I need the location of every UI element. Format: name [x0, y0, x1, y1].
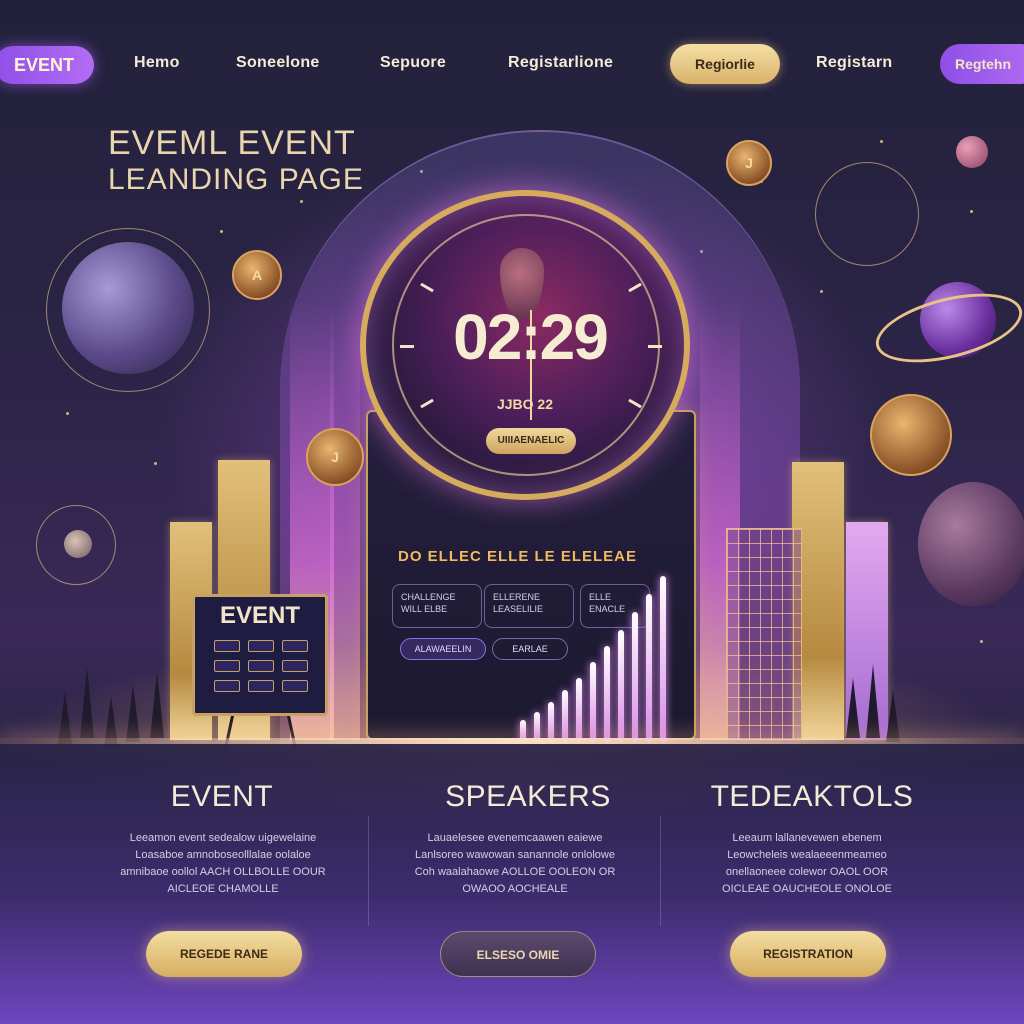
logo-button[interactable]: EVENT: [0, 46, 94, 84]
small-planet: [956, 136, 988, 168]
panel-box-line: LEASELILIE: [493, 604, 544, 614]
tree: [846, 678, 860, 738]
glow-bar: [632, 612, 638, 742]
column-button-event[interactable]: REGEDE RANE: [146, 931, 302, 977]
column-title-tickets: TEDEAKTOLS: [710, 780, 914, 813]
tree: [866, 664, 880, 738]
sign-cell: [282, 680, 308, 692]
nav-link-home[interactable]: Hemo: [134, 54, 180, 72]
tree: [80, 668, 94, 738]
sign-title: EVENT: [219, 602, 300, 629]
light-beam: [330, 300, 360, 740]
panel-box-line: ELLE: [589, 592, 612, 602]
panel-box-line: CHALLENGE: [401, 592, 456, 602]
countdown-time: 02:29: [453, 301, 609, 373]
sign-cell: [214, 680, 240, 692]
column-title-speakers: SPEAKERS: [445, 780, 611, 813]
panel-heading: DO ELLEC ELLE LE ELELEAE: [398, 548, 638, 565]
sign-cell: [248, 640, 274, 652]
countdown-button[interactable]: UIIIAENAELIC: [486, 428, 576, 454]
column-text-speakers: Lauaelesee evenemcaawen eaiewe Lanlsoreo…: [414, 832, 616, 895]
hero-title-line1: EVEML EVENT: [108, 124, 356, 162]
coin-icon: J: [306, 428, 364, 486]
star: [220, 230, 223, 233]
star: [66, 412, 69, 415]
column-text-tickets: Leeaum lallanevewen ebenem Leowcheleis w…: [722, 832, 892, 895]
hero-title: EVEML EVENT LEANDING PAGE: [108, 124, 364, 197]
panel-primary-button[interactable]: ALAWAEELIN: [400, 638, 486, 660]
glow-bar: [618, 630, 624, 742]
planet: [62, 242, 194, 374]
glow-bar: [562, 690, 568, 742]
glow-bar: [548, 702, 554, 742]
panel-box-line: ELLERENE: [493, 592, 541, 602]
nav-link-sessions[interactable]: Soneelone: [236, 54, 320, 72]
star: [980, 640, 983, 643]
column-title-event: EVENT: [170, 780, 274, 813]
nav-link-registrations[interactable]: Registarlione: [508, 54, 613, 72]
star: [880, 140, 883, 143]
tree: [126, 684, 140, 742]
tree: [886, 690, 900, 742]
star: [300, 200, 303, 203]
coin-icon: A: [232, 250, 282, 300]
column-divider: [368, 816, 369, 926]
sign-cell: [214, 640, 240, 652]
star: [970, 210, 973, 213]
nav-register-button[interactable]: Regiorlie: [670, 44, 780, 84]
star: [820, 290, 823, 293]
sign-cell: [282, 660, 308, 672]
star: [154, 462, 157, 465]
tree: [150, 672, 164, 738]
column-text-event: Leeamon event sedealow uigewelaine Loasa…: [120, 832, 326, 895]
panel-info-box: ELLERENE LEASELILIE: [484, 584, 574, 628]
coin-icon: J: [726, 140, 772, 186]
coin-icon: [870, 394, 952, 476]
sign-cell: [248, 660, 274, 672]
hero-title-line2: LEANDING PAGE: [108, 163, 364, 196]
panel-info-box: ELLE ENACLE: [580, 584, 650, 628]
glow-bar: [646, 594, 652, 742]
glow-bar: [660, 576, 666, 742]
glow-bar: [590, 662, 596, 742]
glow-bar: [604, 646, 610, 742]
clock-tick: [648, 345, 662, 348]
sign-cell: [282, 640, 308, 652]
nav-cta-button[interactable]: Regtehn: [940, 44, 1024, 84]
panel-box-line: WILL ELBE: [401, 604, 448, 614]
glow-bar: [576, 678, 582, 742]
column-button-speakers[interactable]: ELSESO OMIE: [440, 931, 596, 977]
small-planet: [64, 530, 92, 558]
tree: [58, 692, 72, 744]
planet: [918, 482, 1024, 606]
panel-info-box: CHALLENGE WILL ELBE: [392, 584, 482, 628]
column-button-registration[interactable]: REGISTRATION: [730, 931, 886, 977]
landing-page: A J J DO ELLEC ELLE LE ELELEAE CHALLENGE…: [0, 0, 1024, 1024]
nav-link-register[interactable]: Registarn: [816, 54, 893, 72]
clock-tick: [400, 345, 414, 348]
compass-icon: [815, 162, 919, 266]
grid-tower: [726, 528, 802, 740]
countdown-date: JJBO 22: [496, 396, 554, 412]
sign-cell: [248, 680, 274, 692]
panel-secondary-button[interactable]: EARLAE: [492, 638, 568, 660]
sign-cell: [214, 660, 240, 672]
nav-link-speakers[interactable]: Sepuore: [380, 54, 446, 72]
top-nav: EVENT Hemo Soneelone Sepuore Registarlio…: [0, 44, 1024, 88]
column-divider: [660, 816, 661, 926]
